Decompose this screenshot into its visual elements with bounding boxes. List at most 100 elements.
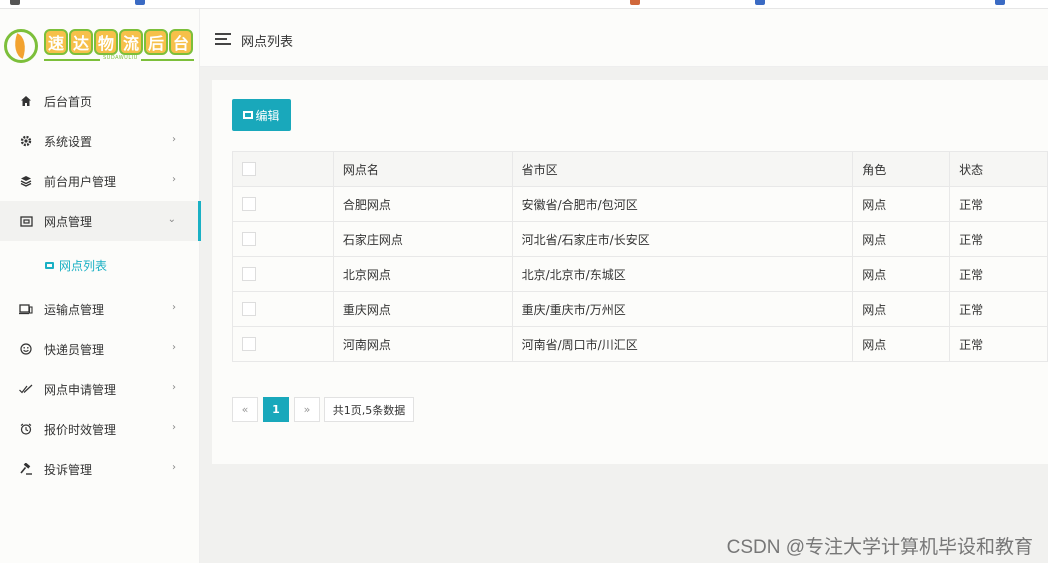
role-cell: 网点	[852, 256, 951, 292]
tab-favicon	[10, 0, 20, 5]
prev-page-button[interactable]: «	[232, 397, 258, 422]
status-cell: 正常	[949, 221, 1048, 257]
logo-char: 台	[169, 29, 193, 55]
next-page-button[interactable]: »	[294, 397, 320, 422]
sidebar-item-outlet-management[interactable]: 网点管理 ⌄	[0, 201, 201, 241]
tab-favicon	[135, 0, 145, 5]
chevron-right-icon: ›	[172, 462, 176, 473]
tab-favicon	[755, 0, 765, 5]
column-header[interactable]: 省市区	[511, 151, 854, 187]
row-select-cell	[232, 256, 334, 292]
sidebar-item-home[interactable]: 后台首页	[0, 81, 200, 121]
edit-icon	[243, 111, 254, 119]
role-cell: 网点	[852, 326, 951, 362]
table-row[interactable]: 河南网点 河南省/周口市/川汇区 网点 正常	[232, 326, 1048, 362]
smile-icon	[19, 342, 33, 356]
tab-favicon	[995, 0, 1005, 5]
logo-char: 达	[69, 29, 93, 55]
sidebar-item-label: 后台首页	[44, 94, 93, 109]
edit-button[interactable]: 编辑	[232, 99, 291, 131]
browser-tab-strip	[0, 0, 1048, 9]
menu-toggle-icon[interactable]	[215, 33, 231, 45]
row-checkbox[interactable]	[242, 337, 256, 352]
tab-favicon	[630, 0, 640, 5]
chevron-down-icon: ⌄	[167, 214, 176, 225]
row-checkbox[interactable]	[242, 197, 256, 212]
status-cell: 正常	[949, 326, 1048, 362]
table-row[interactable]: 石家庄网点 河北省/石家庄市/长安区 网点 正常	[232, 221, 1048, 257]
region-cell: 河南省/周口市/川汇区	[511, 326, 854, 362]
sidebar-item-complaints[interactable]: 投诉管理 ›	[0, 449, 200, 489]
status-cell: 正常	[949, 256, 1048, 292]
role-cell: 网点	[852, 291, 951, 327]
sidebar-subitem-label: 网点列表	[59, 258, 108, 273]
row-select-cell	[232, 291, 334, 327]
logo-text: 速 达 物 流 后 台	[44, 29, 193, 55]
watermark-text: CSDN @专注大学计算机毕设和教育	[726, 537, 1033, 558]
select-all-checkbox[interactable]	[242, 162, 256, 177]
edit-button-label: 编辑	[255, 108, 280, 123]
table-row[interactable]: 重庆网点 重庆/重庆市/万州区 网点 正常	[232, 291, 1048, 327]
region-cell: 安徽省/合肥市/包河区	[511, 186, 854, 222]
logo-char: 速	[44, 29, 68, 55]
outlet-name-cell: 河南网点	[332, 326, 513, 362]
pagination: « 1 » 共1页,5条数据	[232, 397, 414, 422]
sidebar-item-label: 前台用户管理	[44, 174, 117, 189]
table-row[interactable]: 合肥网点 安徽省/合肥市/包河区 网点 正常	[232, 186, 1048, 222]
sidebar-item-quote-timeliness[interactable]: 报价时效管理 ›	[0, 409, 200, 449]
check-double-icon	[19, 382, 33, 396]
status-cell: 正常	[949, 186, 1048, 222]
content-panel: 编辑 网点名 省市区 角色 状态 合肥网点 安徽省/合肥市/包河区 网点 正常	[212, 80, 1048, 464]
select-all-cell	[232, 151, 334, 187]
pagination-info: 共1页,5条数据	[324, 397, 414, 422]
sidebar-item-outlet-applications[interactable]: 网点申请管理 ›	[0, 369, 200, 409]
row-select-cell	[232, 221, 334, 257]
outlet-name-cell: 北京网点	[332, 256, 513, 292]
sidebar-subitem-outlet-list[interactable]: 网点列表	[0, 241, 200, 289]
logo-char: 物	[94, 29, 118, 55]
row-checkbox[interactable]	[242, 232, 256, 247]
region-cell: 河北省/石家庄市/长安区	[511, 221, 854, 257]
chevron-right-icon: ›	[172, 134, 176, 145]
logo-char: 流	[119, 29, 143, 55]
row-select-cell	[232, 326, 334, 362]
sidebar: 速 达 物 流 后 台 SUDAWULIU 后台首页 系统设置 › 前台用户管理…	[0, 9, 201, 563]
gear-icon	[19, 134, 33, 148]
outlet-name-cell: 合肥网点	[332, 186, 513, 222]
leaf-logo-icon	[4, 29, 38, 63]
region-cell: 重庆/重庆市/万州区	[511, 291, 854, 327]
table-row[interactable]: 北京网点 北京/北京市/东城区 网点 正常	[232, 256, 1048, 292]
column-header[interactable]: 角色	[852, 151, 951, 187]
current-page-button[interactable]: 1	[263, 397, 289, 422]
app-logo[interactable]: 速 达 物 流 后 台 SUDAWULIU	[0, 9, 200, 71]
column-header[interactable]: 状态	[949, 151, 1048, 187]
column-header[interactable]: 网点名	[332, 151, 513, 187]
sidebar-item-system-settings[interactable]: 系统设置 ›	[0, 121, 200, 161]
row-checkbox[interactable]	[242, 267, 256, 282]
chevron-right-icon: ›	[172, 302, 176, 313]
sidebar-item-transport-points[interactable]: 运输点管理 ›	[0, 289, 200, 329]
logo-subtitle: SUDAWULIU	[100, 55, 141, 61]
sidebar-item-label: 网点管理	[44, 214, 93, 229]
sidebar-item-label: 系统设置	[44, 134, 93, 149]
sidebar-item-label: 运输点管理	[44, 302, 105, 317]
role-cell: 网点	[852, 186, 951, 222]
logo-char: 后	[144, 29, 168, 55]
sidebar-item-frontend-users[interactable]: 前台用户管理 ›	[0, 161, 200, 201]
table-header-row: 网点名 省市区 角色 状态	[232, 151, 1048, 187]
row-checkbox[interactable]	[242, 302, 256, 317]
role-cell: 网点	[852, 221, 951, 257]
sidebar-menu: 后台首页 系统设置 › 前台用户管理 › 网点管理 ⌄ 网点列表 运输点管理 ›…	[0, 81, 201, 489]
sidebar-item-label: 网点申请管理	[44, 382, 117, 397]
outlet-list-icon	[45, 261, 54, 269]
outlet-name-cell: 石家庄网点	[332, 221, 513, 257]
chevron-right-icon: ›	[172, 342, 176, 353]
chevron-right-icon: ›	[172, 422, 176, 433]
devices-icon	[19, 302, 33, 316]
sidebar-item-label: 快递员管理	[44, 342, 105, 357]
layers-icon	[19, 174, 33, 188]
row-select-cell	[232, 186, 334, 222]
sidebar-item-label: 报价时效管理	[44, 422, 117, 437]
sidebar-item-couriers[interactable]: 快递员管理 ›	[0, 329, 200, 369]
outlet-table: 网点名 省市区 角色 状态 合肥网点 安徽省/合肥市/包河区 网点 正常 石家庄…	[232, 151, 1048, 362]
